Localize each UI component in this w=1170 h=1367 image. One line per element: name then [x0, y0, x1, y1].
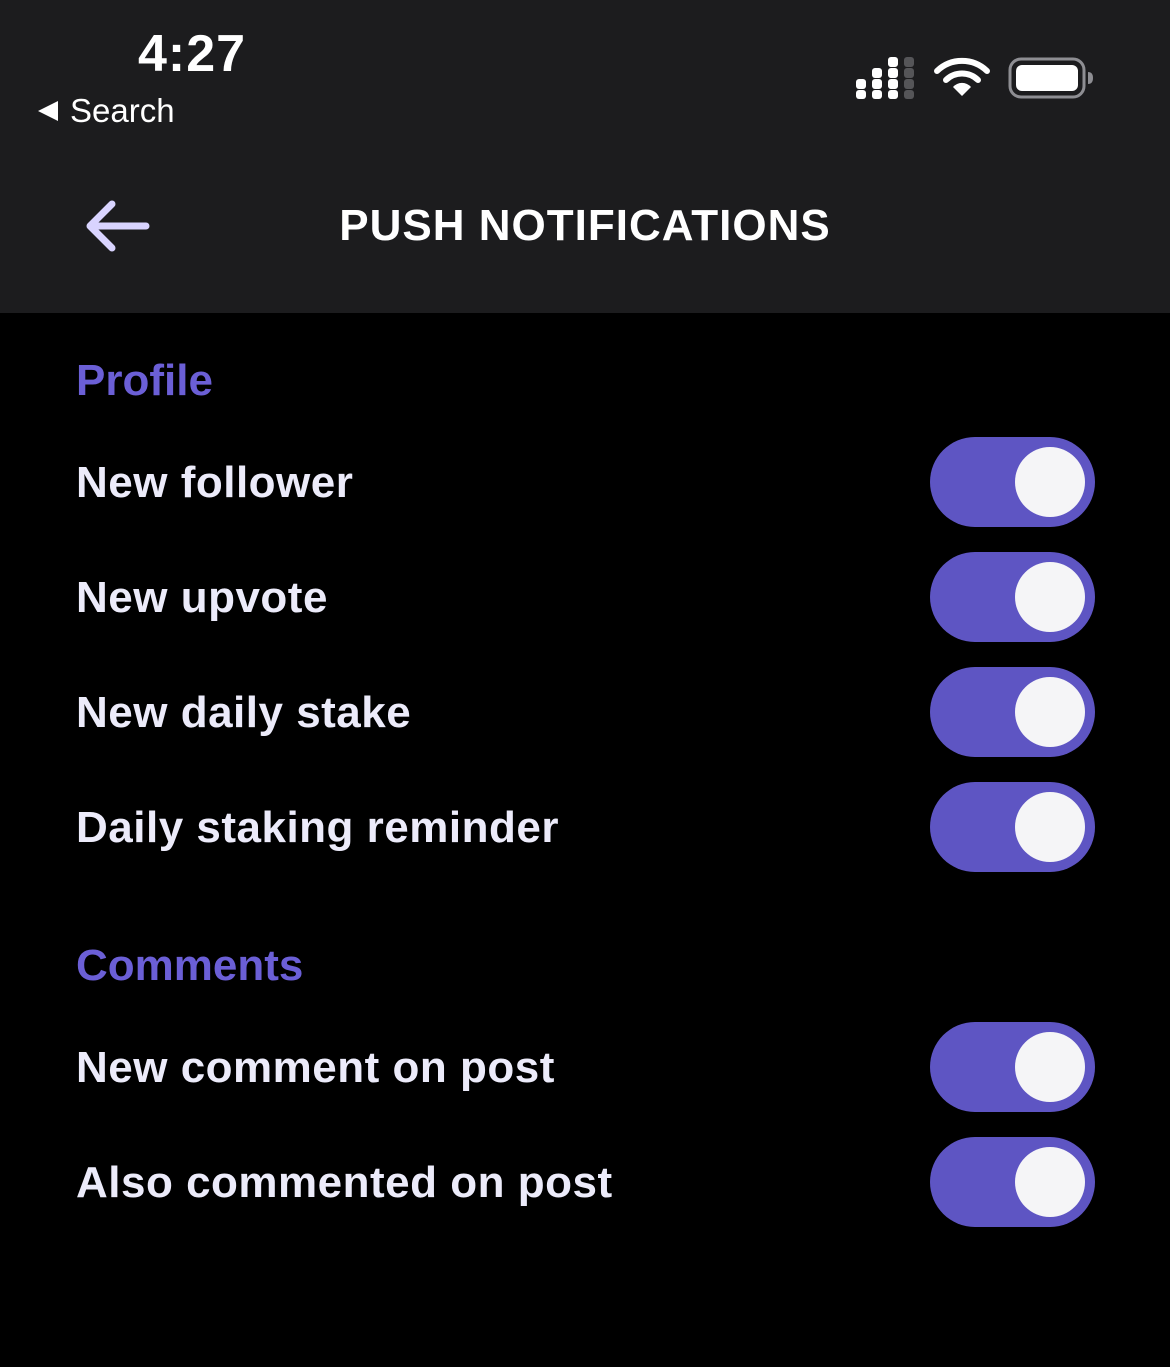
setting-row-new-daily-stake: New daily stake: [0, 667, 1170, 759]
toggle-knob: [1015, 1147, 1085, 1217]
setting-label: New comment on post: [76, 1043, 555, 1092]
toggle-new-comment-on-post[interactable]: [930, 1022, 1095, 1112]
cellular-signal-icon: [856, 57, 914, 99]
toggle-new-upvote[interactable]: [930, 552, 1095, 642]
setting-label: New upvote: [76, 573, 328, 622]
toggle-knob: [1015, 447, 1085, 517]
wifi-icon: [934, 57, 990, 96]
back-triangle-icon: [38, 101, 58, 121]
setting-row-new-upvote: New upvote: [0, 552, 1170, 644]
toggle-knob: [1015, 1032, 1085, 1102]
toggle-knob: [1015, 792, 1085, 862]
top-bar: 4:27 Search PUSH NOTIFICATIONS: [0, 0, 1170, 313]
status-time: 4:27: [138, 25, 247, 83]
setting-label: Daily staking reminder: [76, 803, 559, 852]
back-to-search-label: Search: [70, 92, 175, 129]
setting-label: Also commented on post: [76, 1158, 613, 1207]
setting-label: New daily stake: [76, 688, 412, 737]
toggle-new-follower[interactable]: [930, 437, 1095, 527]
battery-icon: [1008, 57, 1093, 99]
push-notifications-screen: 4:27 Search PUSH NOTIFICATIONS Profile N…: [0, 0, 1170, 1367]
setting-row-daily-staking-reminder: Daily staking reminder: [0, 782, 1170, 874]
toggle-knob: [1015, 562, 1085, 632]
toggle-knob: [1015, 677, 1085, 747]
setting-row-also-commented-on-post: Also commented on post: [0, 1137, 1170, 1229]
section-title-comments: Comments: [76, 941, 304, 990]
section-title-profile: Profile: [76, 356, 213, 405]
setting-label: New follower: [76, 458, 354, 507]
setting-row-new-follower: New follower: [0, 437, 1170, 529]
page-title: PUSH NOTIFICATIONS: [339, 201, 831, 250]
toggle-daily-staking-reminder[interactable]: [930, 782, 1095, 872]
toggle-new-daily-stake[interactable]: [930, 667, 1095, 757]
setting-row-new-comment-on-post: New comment on post: [0, 1022, 1170, 1114]
toggle-also-commented-on-post[interactable]: [930, 1137, 1095, 1227]
back-to-search-link[interactable]: Search: [38, 88, 175, 134]
